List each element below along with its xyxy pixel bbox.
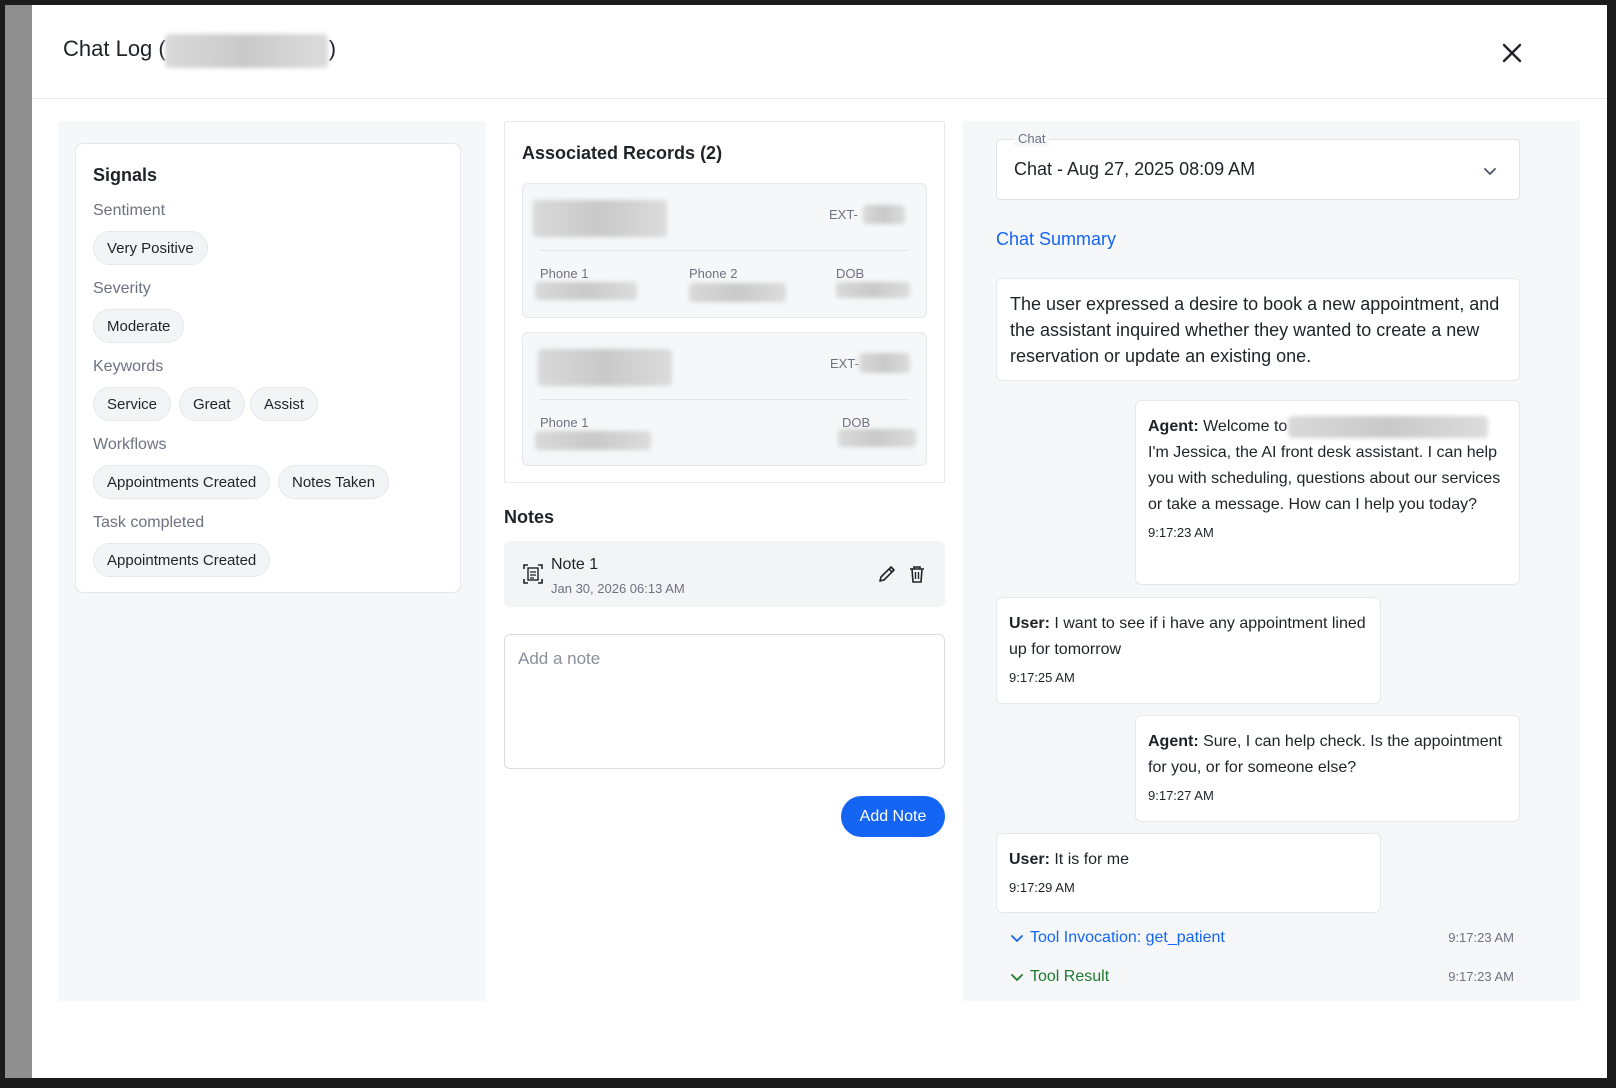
keyword-chip: Service (93, 387, 172, 421)
add-note-input[interactable] (504, 634, 945, 769)
keyword-chip: Assist (250, 387, 319, 421)
agent-message: Agent: Sure, I can help check. Is the ap… (1135, 715, 1520, 822)
message-speaker: Agent: (1148, 733, 1199, 750)
chevron-down-icon (1011, 935, 1023, 942)
tool-result-toggle[interactable]: Tool Result 9:17:23 AM (1010, 966, 1514, 988)
message-text: I want to see if i have any appointment … (1009, 615, 1366, 658)
chat-select-dropdown[interactable]: Chat - Aug 27, 2025 08:09 AM (996, 139, 1520, 200)
redacted-business-name (1288, 416, 1488, 438)
redacted-value (535, 431, 651, 450)
chevron-down-icon (1011, 974, 1023, 981)
workflow-chip: Appointments Created (93, 465, 271, 499)
workflow-chip: Notes Taken (278, 465, 390, 499)
redacted-value (836, 282, 910, 298)
record-card[interactable]: EXT- Phone 1 DOB (522, 332, 927, 466)
associated-records-title: Associated Records (2) (522, 143, 723, 163)
redacted-record-name (538, 349, 672, 386)
record-field-label: Phone 1 (540, 266, 589, 281)
chat-select-value: Chat - Aug 27, 2025 08:09 AM (1014, 159, 1256, 179)
note-title: Note 1 (551, 556, 599, 573)
message-speaker: User: (1009, 615, 1050, 632)
chat-log-modal: Chat Log () Signals Sentiment Very Posit… (32, 5, 1607, 1078)
close-button[interactable] (1496, 37, 1528, 69)
record-field-label: Phone 1 (540, 415, 589, 430)
modal-header: Chat Log () (32, 5, 1607, 99)
record-divider (540, 250, 909, 251)
chat-summary-text: The user expressed a desire to book a ne… (996, 278, 1520, 381)
redacted-record-name (533, 200, 667, 237)
severity-label: Severity (93, 280, 151, 297)
close-icon (1502, 43, 1522, 63)
record-field-label: DOB (842, 415, 871, 430)
chat-select-label: Chat (1014, 131, 1050, 146)
keyword-chip: Great (179, 387, 245, 421)
redacted-ext (859, 353, 910, 373)
message-speaker: Agent: (1148, 418, 1199, 435)
backdrop-overlay (5, 5, 32, 1078)
message-time: 9:17:25 AM (1009, 670, 1075, 685)
note-date: Jan 30, 2026 06:13 AM (551, 581, 685, 596)
user-message: User: It is for me 9:17:29 AM (996, 833, 1381, 913)
record-ext-label: EXT- (829, 207, 858, 222)
record-field-label: Phone 2 (689, 266, 738, 281)
note-document-icon (523, 564, 543, 584)
task-chip: Appointments Created (93, 543, 271, 577)
redacted-value (535, 282, 637, 300)
signals-card: Signals Sentiment Very Positive Severity… (75, 143, 461, 593)
modal-title-text: Chat Log ( (63, 36, 166, 61)
note-item[interactable]: Note 1 Jan 30, 2026 06:13 AM (504, 541, 945, 607)
redacted-value (689, 283, 786, 302)
tool-invocation-label: Tool Invocation: get_patient (1030, 929, 1225, 946)
redacted-value (838, 429, 916, 447)
tool-invocation-toggle[interactable]: Tool Invocation: get_patient 9:17:23 AM (1010, 927, 1514, 949)
chevron-down-icon (1484, 168, 1496, 175)
associated-records-card: Associated Records (2) EXT- Phone 1 Phon… (504, 121, 945, 483)
chat-summary-title[interactable]: Chat Summary (996, 229, 1116, 250)
modal-title-suffix: ) (328, 36, 337, 61)
task-completed-label: Task completed (93, 514, 205, 531)
keywords-label: Keywords (93, 358, 164, 375)
redacted-name (165, 34, 328, 68)
agent-message: Agent: Welcome to I'm Jessica, the AI fr… (1135, 400, 1520, 585)
sentiment-label: Sentiment (93, 202, 166, 219)
notes-title: Notes (504, 507, 555, 527)
record-field-label: DOB (836, 266, 865, 281)
message-text: I'm Jessica, the AI front desk assistant… (1148, 444, 1501, 513)
record-divider (540, 399, 909, 400)
severity-chip: Moderate (93, 309, 185, 343)
record-ext-label: EXT- (830, 356, 859, 371)
tool-result-time: 9:17:23 AM (1448, 969, 1514, 984)
message-time: 9:17:29 AM (1009, 880, 1075, 895)
message-text: Welcome to (1198, 418, 1292, 435)
trash-icon[interactable] (906, 563, 928, 585)
edit-pencil-icon[interactable] (876, 563, 898, 585)
sentiment-chip: Very Positive (93, 231, 208, 265)
tool-result-label: Tool Result (1030, 968, 1110, 985)
workflows-label: Workflows (93, 436, 167, 453)
modal-footer (32, 1001, 1607, 1078)
message-time: 9:17:23 AM (1148, 525, 1214, 540)
message-text: It is for me (1049, 851, 1130, 868)
message-text: Sure, I can help check. Is the appointme… (1148, 733, 1502, 776)
message-speaker: User: (1009, 851, 1050, 868)
redacted-ext (863, 205, 905, 224)
record-card[interactable]: EXT- Phone 1 Phone 2 DOB (522, 183, 927, 318)
user-message: User: I want to see if i have any appoin… (996, 597, 1381, 704)
tool-invocation-time: 9:17:23 AM (1448, 930, 1514, 945)
signals-title: Signals (93, 165, 158, 185)
add-note-button[interactable]: Add Note (841, 796, 945, 837)
message-time: 9:17:27 AM (1148, 788, 1214, 803)
